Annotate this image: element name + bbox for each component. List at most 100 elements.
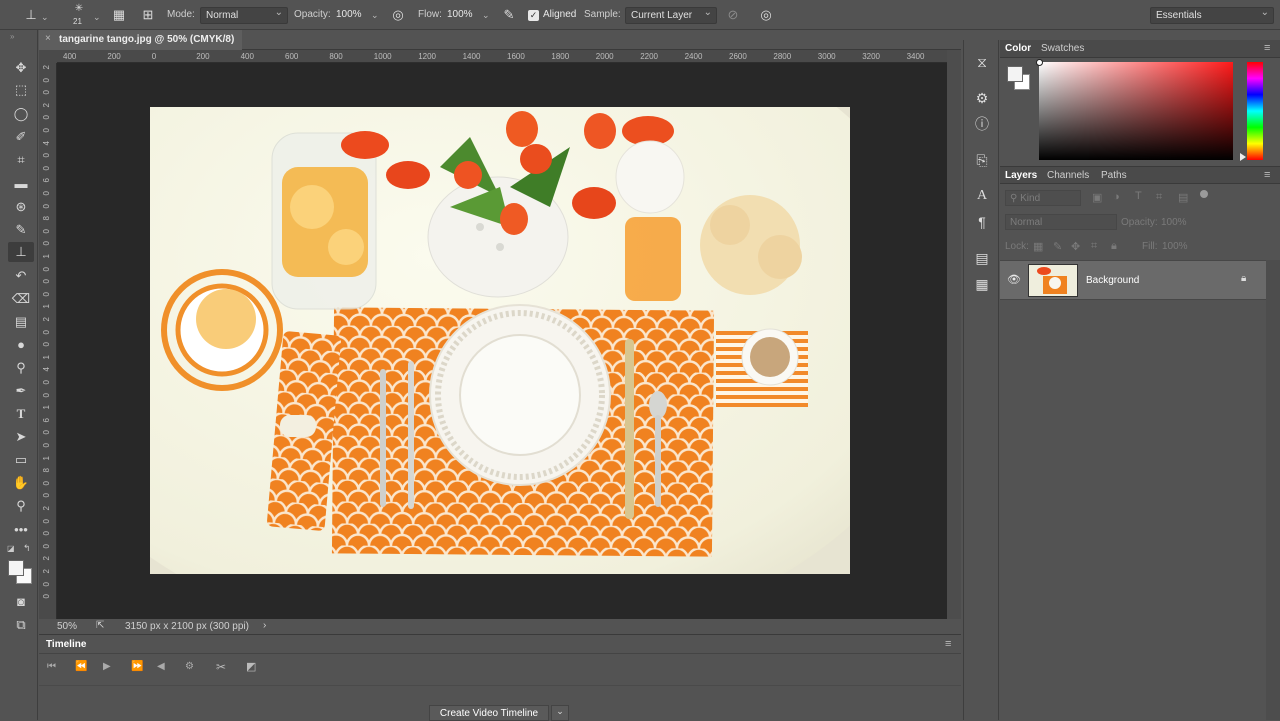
pen-tool-icon[interactable]: ✒ <box>8 381 34 401</box>
ruler-origin[interactable] <box>39 50 57 63</box>
zoom-level[interactable]: 50% <box>57 621 77 632</box>
airbrush-icon[interactable]: ✎ <box>500 6 518 24</box>
character-panel-icon[interactable]: A <box>972 186 992 206</box>
libraries-panel-icon[interactable]: ▤ <box>972 248 992 268</box>
horizontal-ruler[interactable]: 400 200 0 200 400 600 800 1000 1200 1400 1600 1800 2… <box>57 50 947 63</box>
brush-tip-icon[interactable]: ✳ <box>72 3 86 17</box>
spot-healing-tool-icon[interactable]: ⊛ <box>8 197 34 217</box>
next-frame-icon[interactable]: ⏩ <box>131 661 143 672</box>
layer-visibility-eye-icon[interactable]: 👁︎ <box>1007 273 1021 286</box>
filter-toggle-icon[interactable] <box>1200 190 1208 198</box>
first-frame-icon[interactable]: ⏮ <box>47 661 56 672</box>
opacity-slider-arrow-icon[interactable]: ⌄ <box>371 10 379 21</box>
clone-source-panel-icon[interactable]: ⊞ <box>139 6 157 24</box>
document-tab[interactable]: × tangarine tango.jpg @ 50% (CMYK/8) <box>39 30 243 50</box>
paragraph-panel-icon[interactable]: ¶ <box>972 212 992 232</box>
split-scissors-icon[interactable]: ✂ <box>216 660 226 674</box>
timeline-menu-icon[interactable]: ≡ <box>945 638 951 650</box>
rectangle-tool-icon[interactable]: ▭ <box>8 450 34 470</box>
filter-pixel-icon[interactable]: ▣ <box>1092 191 1102 204</box>
blend-mode-dropdown[interactable]: Normal <box>1005 214 1117 230</box>
blur-tool-icon[interactable]: ● <box>8 335 34 355</box>
notes-panel-icon[interactable]: ▦ <box>972 274 992 294</box>
crop-tool-icon[interactable]: ⌗ <box>8 150 34 170</box>
lock-image-icon[interactable]: ✎ <box>1053 240 1062 253</box>
default-colors-icon[interactable]: ◪ <box>7 544 15 553</box>
document-image[interactable] <box>150 107 850 574</box>
lasso-tool-icon[interactable]: ◯ <box>8 104 34 124</box>
settings-gear-icon[interactable]: ⚙ <box>185 661 194 672</box>
close-document-icon[interactable]: × <box>45 33 51 44</box>
aligned-checkbox[interactable]: ✓ <box>528 10 539 21</box>
lock-transparent-icon[interactable]: ▦ <box>1033 240 1043 253</box>
ignore-adjustment-layers-icon[interactable]: ⊘ <box>724 6 742 24</box>
layer-opacity-value[interactable]: 100% <box>1161 217 1187 228</box>
properties-panel-icon[interactable]: ⚙ <box>972 88 992 108</box>
collapse-tools-icon[interactable]: » <box>10 32 14 41</box>
dodge-tool-icon[interactable]: ⚲ <box>8 358 34 378</box>
more-tools-icon[interactable]: ••• <box>8 520 34 540</box>
screen-mode-icon[interactable]: ⧉ <box>8 615 34 635</box>
color-field[interactable] <box>1036 59 1233 160</box>
filter-smart-object-icon[interactable]: ▤ <box>1178 191 1188 204</box>
swap-colors-icon[interactable]: ↰ <box>23 543 31 554</box>
layer-filter-kind-dropdown[interactable]: ⚲ Kind <box>1005 190 1081 206</box>
pressure-opacity-icon[interactable]: ◎ <box>389 6 407 24</box>
quick-mask-icon[interactable]: ◙ <box>8 592 34 612</box>
previous-frame-icon[interactable]: ⏪ <box>75 661 87 672</box>
vertical-scrollbar[interactable] <box>947 50 961 619</box>
create-video-timeline-button[interactable]: Create Video Timeline <box>429 705 549 721</box>
opacity-value[interactable]: 100% <box>336 9 362 20</box>
eraser-tool-icon[interactable]: ⌫ <box>8 289 34 309</box>
tab-color[interactable]: Color <box>1005 43 1031 54</box>
sample-dropdown[interactable]: Current Layer <box>625 7 717 24</box>
zoom-tool-icon[interactable]: ⚲ <box>8 496 34 516</box>
layers-panel-menu-icon[interactable]: ≡ <box>1264 169 1270 181</box>
tab-paths[interactable]: Paths <box>1101 170 1127 181</box>
tab-layers[interactable]: Layers <box>1005 170 1037 181</box>
filter-shape-icon[interactable]: ⌗ <box>1156 191 1162 204</box>
clone-stamp-tool-preset-icon[interactable]: ⊥ <box>22 6 40 24</box>
history-panel-icon[interactable]: ⧖ <box>972 52 992 72</box>
gradient-tool-icon[interactable]: ▤ <box>8 312 34 332</box>
status-menu-arrow-icon[interactable]: › <box>263 620 266 631</box>
hue-slider[interactable] <box>1247 62 1263 160</box>
layer-lock-icon[interactable]: 🔒︎ <box>1241 273 1246 284</box>
color-panel-foreground-swatch[interactable] <box>1007 66 1023 82</box>
fill-value[interactable]: 100% <box>1162 241 1188 252</box>
layer-name[interactable]: Background <box>1086 275 1139 286</box>
brush-tool-icon[interactable]: ✎ <box>8 220 34 240</box>
lock-position-icon[interactable]: ✥ <box>1071 240 1080 253</box>
layers-scrollbar[interactable] <box>1266 260 1280 720</box>
tab-channels[interactable]: Channels <box>1047 170 1089 181</box>
marquee-tool-icon[interactable]: ⬚ <box>8 80 34 100</box>
eyedropper-tool-icon[interactable]: ▬ <box>8 174 34 194</box>
hue-slider-pointer-icon[interactable] <box>1240 153 1246 161</box>
filter-type-icon[interactable]: T <box>1135 190 1142 202</box>
type-tool-icon[interactable]: T <box>8 404 34 424</box>
vertical-ruler[interactable]: 2 0 0 2 0 0 4 0 0 6 0 0 8 0 0 1 0 0 0 1 2 0 0 1 4 0 0 1 6 0 0 1 8 0 0 2 0 0 0 2… <box>39 63 57 619</box>
foreground-color-swatch[interactable] <box>8 560 24 576</box>
clone-stamp-tool-icon[interactable]: ⊥ <box>8 242 34 262</box>
tab-swatches[interactable]: Swatches <box>1041 43 1084 54</box>
mode-dropdown[interactable]: Normal <box>200 7 288 24</box>
timeline-type-dropdown-icon[interactable]: ⌄ <box>551 705 569 721</box>
play-icon[interactable]: ▶ <box>103 661 111 672</box>
path-selection-tool-icon[interactable]: ➤ <box>8 427 34 447</box>
color-panel-menu-icon[interactable]: ≡ <box>1264 42 1270 54</box>
audio-icon[interactable]: ◀ <box>157 661 165 672</box>
move-tool-icon[interactable]: ✥ <box>8 58 34 78</box>
filter-adjustment-icon[interactable]: ◑ <box>1113 191 1120 203</box>
brush-picker-arrow-icon[interactable]: ⌄ <box>93 12 101 23</box>
history-brush-tool-icon[interactable]: ↶ <box>8 266 34 286</box>
share-icon[interactable]: ⇱ <box>96 620 104 631</box>
info-panel-icon[interactable]: ⓘ <box>972 114 992 134</box>
preset-dropdown-arrow-icon[interactable]: ⌄ <box>41 12 49 23</box>
pressure-size-icon[interactable]: ◎ <box>757 6 775 24</box>
lock-artboard-icon[interactable]: ⌗ <box>1091 240 1097 253</box>
transition-icon[interactable]: ◩ <box>246 660 256 673</box>
flow-value[interactable]: 100% <box>447 9 473 20</box>
workspace-dropdown[interactable]: Essentials <box>1150 7 1274 24</box>
lock-all-icon[interactable]: 🔒︎ <box>1111 240 1117 253</box>
layer-row-background[interactable]: 👁︎ Background 🔒︎ <box>1000 260 1266 300</box>
